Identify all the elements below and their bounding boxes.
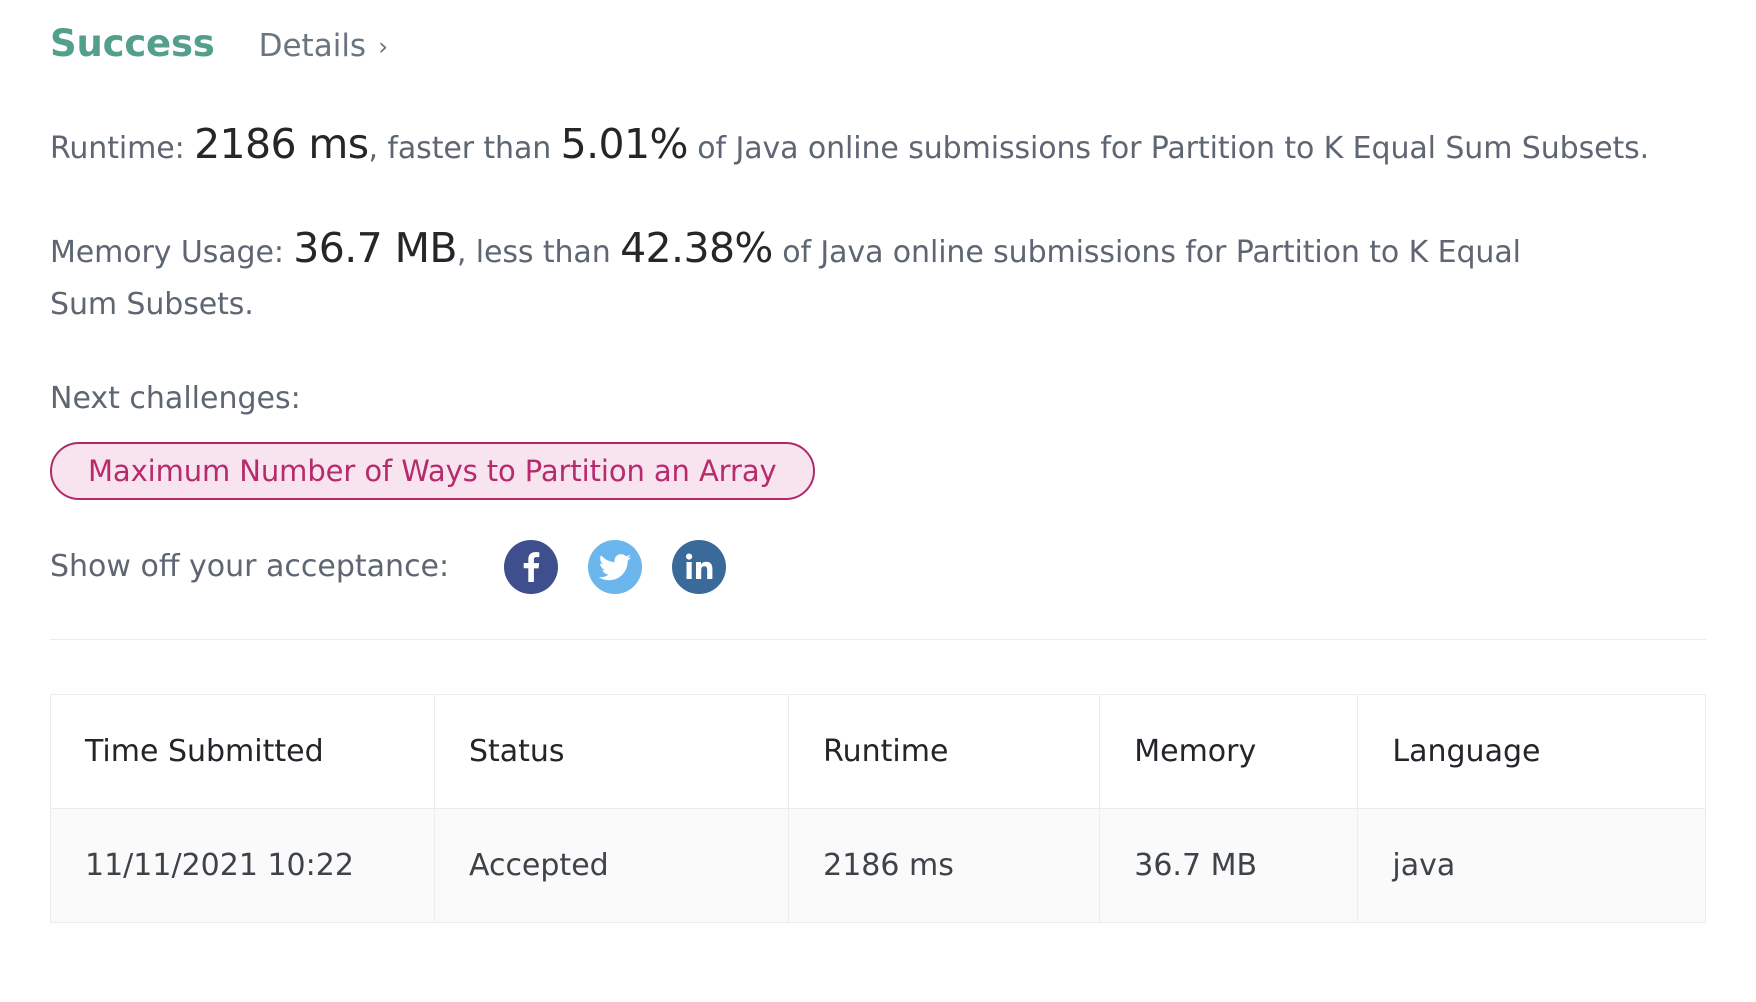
column-header-time-submitted[interactable]: Time Submitted xyxy=(51,694,435,808)
share-icon-group xyxy=(504,540,726,594)
runtime-suffix: of Java online submissions for Partition… xyxy=(697,131,1649,166)
runtime-comparator: , faster than xyxy=(369,131,552,166)
submission-result-page: Success Details › Runtime: 2186 ms, fast… xyxy=(0,0,1756,1002)
section-divider xyxy=(50,639,1706,640)
runtime-value: 2186 ms xyxy=(194,120,368,168)
runtime-stat-line: Runtime: 2186 ms, faster than 5.01% of J… xyxy=(50,112,1706,177)
column-header-status[interactable]: Status xyxy=(434,694,788,808)
submission-status-title: Success xyxy=(50,24,215,65)
next-challenge-tag[interactable]: Maximum Number of Ways to Partition an A… xyxy=(50,442,815,500)
chevron-right-icon: › xyxy=(378,32,388,61)
share-facebook-button[interactable] xyxy=(504,540,558,594)
share-label: Show off your acceptance: xyxy=(50,549,449,584)
submissions-table: Time Submitted Status Runtime Memory Lan… xyxy=(50,694,1706,923)
facebook-icon xyxy=(504,540,558,594)
table-header-row: Time Submitted Status Runtime Memory Lan… xyxy=(51,694,1706,808)
table-row[interactable]: 11/11/2021 10:22 Accepted 2186 ms 36.7 M… xyxy=(51,808,1706,922)
cell-time-submitted: 11/11/2021 10:22 xyxy=(51,808,435,922)
details-link-label: Details xyxy=(259,28,366,64)
memory-percentile: 42.38% xyxy=(620,224,773,272)
cell-status[interactable]: Accepted xyxy=(434,808,788,922)
status-header: Success Details › xyxy=(50,0,1706,65)
memory-comparator: , less than xyxy=(457,235,611,270)
next-challenges-list: Maximum Number of Ways to Partition an A… xyxy=(50,442,1706,500)
twitter-icon xyxy=(588,540,642,594)
cell-memory: 36.7 MB xyxy=(1100,808,1358,922)
cell-runtime: 2186 ms xyxy=(789,808,1100,922)
memory-stat-line: Memory Usage: 36.7 MB, less than 42.38% … xyxy=(50,216,1550,328)
submissions-table-wrapper: Time Submitted Status Runtime Memory Lan… xyxy=(50,694,1706,923)
share-twitter-button[interactable] xyxy=(588,540,642,594)
next-challenges-label: Next challenges: xyxy=(50,381,1706,416)
column-header-language[interactable]: Language xyxy=(1358,694,1706,808)
cell-language: java xyxy=(1358,808,1706,922)
memory-label: Memory Usage: xyxy=(50,235,284,270)
runtime-label: Runtime: xyxy=(50,131,185,166)
column-header-runtime[interactable]: Runtime xyxy=(789,694,1100,808)
memory-value: 36.7 MB xyxy=(293,224,457,272)
details-link[interactable]: Details › xyxy=(259,28,388,64)
share-row: Show off your acceptance: xyxy=(50,540,1706,594)
linkedin-icon xyxy=(672,540,726,594)
column-header-memory[interactable]: Memory xyxy=(1100,694,1358,808)
runtime-percentile: 5.01% xyxy=(561,120,688,168)
share-linkedin-button[interactable] xyxy=(672,540,726,594)
